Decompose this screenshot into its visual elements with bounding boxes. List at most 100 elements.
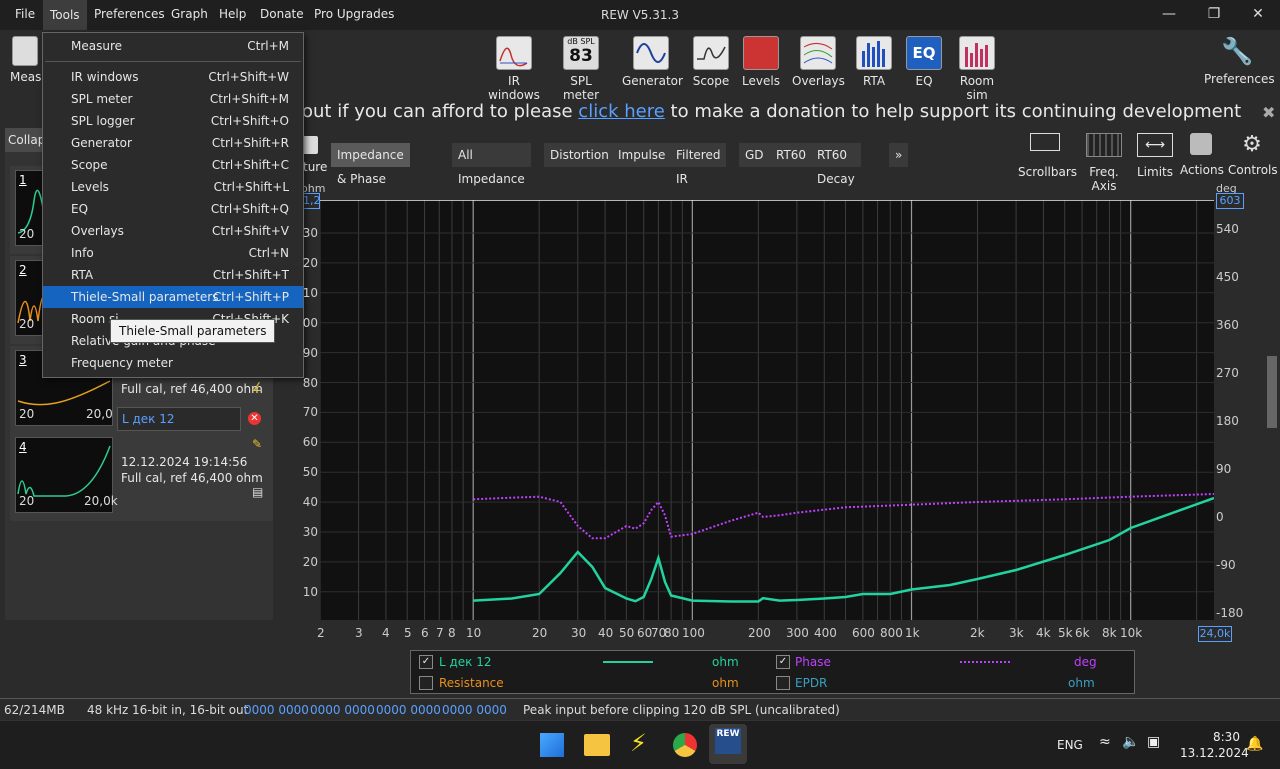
scrollbar-thumb[interactable] [1267,356,1277,428]
room-sim-button[interactable]: Room sim [948,36,1006,102]
menu-item-shortcut: Ctrl+Shift+P [213,290,289,304]
legend-checkbox-impedance[interactable]: ✓ [419,655,433,669]
rew-taskbar-button[interactable]: REW [709,724,747,764]
menu-item-generator[interactable]: Generator Ctrl+Shift+R [43,132,303,154]
tab-filtered-ir[interactable]: Filtered IR [670,143,728,186]
x-axis-tick: 80 [664,626,680,640]
file-explorer-icon[interactable] [584,734,610,756]
lightning-app-icon[interactable]: ⚡ [630,729,647,757]
menu-item-measure[interactable]: Measure Ctrl+M [43,35,303,57]
menu-item-label: Frequency meter [71,356,173,370]
tab-gd[interactable]: GD [739,143,771,167]
menu-item-label: Generator [71,136,132,150]
controls-button[interactable]: ⚙ Controls [1228,133,1278,178]
legend-epdr-label: EPDR [795,676,828,690]
generator-label: Generator [622,74,683,88]
bit-depth: 16-bit in, 16-bit out [132,703,249,717]
measurement-number: 3 [19,353,27,367]
eq-button[interactable]: EQ EQ [906,36,942,88]
tab-distortion[interactable]: Distortion [544,143,616,167]
notes-icon[interactable]: ▤ [252,485,263,499]
menu-item-overlays[interactable]: Overlays Ctrl+Shift+V [43,220,303,242]
menu-item-spl-logger[interactable]: SPL logger Ctrl+Shift+O [43,110,303,132]
controls-label: Controls [1228,163,1278,177]
battery-icon[interactable]: ▣ [1147,734,1160,750]
menu-item-label: Measure [71,39,122,53]
menu-item-eq[interactable]: EQ Ctrl+Shift+Q [43,198,303,220]
left-axis-tick: 50 [302,465,318,480]
right-axis-max-field[interactable]: 603 [1216,193,1244,209]
remove-measurement-icon[interactable]: ✕ [248,412,261,425]
vertical-scrollbar[interactable] [1266,200,1278,620]
chrome-icon[interactable] [673,733,697,757]
menu-item-thiele-small[interactable]: Thiele-Small parameters Ctrl+Shift+P [43,286,303,308]
spl-meter-button[interactable]: dB SPL 83 SPL meter [552,36,610,102]
levels-icon [743,36,779,70]
close-banner-icon[interactable]: ✖ [1262,103,1275,122]
donation-link[interactable]: click here [578,101,665,122]
levels-button[interactable]: Levels [742,36,780,88]
scope-button[interactable]: Scope [690,36,732,88]
actions-button[interactable]: Actions [1180,133,1224,177]
menu-item-scope[interactable]: Scope Ctrl+Shift+C [43,154,303,176]
scrollbars-label: Scrollbars [1018,165,1078,179]
menu-item-label: SPL logger [71,114,135,128]
pencil-icon[interactable]: ∠ [252,380,263,394]
menu-item-ir-windows[interactable]: IR windows Ctrl+Shift+W [43,66,303,88]
tabs-overflow-button[interactable]: » [889,143,910,167]
impedance-phase-graph[interactable] [320,200,1214,620]
x-axis-tick: 5k [1058,626,1073,640]
notification-bell-icon[interactable]: 🔔 [1246,736,1263,752]
tab-rt60[interactable]: RT60 [770,143,814,167]
menu-bar: File Tools Preferences Graph Help Donate… [0,0,1280,30]
right-axis-tick: -90 [1216,558,1236,572]
legend-resistance-label: Resistance [439,676,504,690]
legend-checkbox-epdr[interactable] [776,676,790,690]
volume-icon[interactable]: 🔈 [1122,734,1139,750]
edit-icon[interactable]: ✎ [252,437,262,451]
tab-all-impedance[interactable]: All Impedance [452,143,532,186]
measurement-axis-start: 20 [19,494,35,508]
menu-item-shortcut: Ctrl+Shift+W [208,70,289,84]
measurement-axis-end: 20,0k [84,494,118,508]
preferences-button[interactable]: 🔧 Preferences [1204,36,1275,86]
measurement-name-field[interactable]: L дек 12 [117,407,241,431]
menu-item-spl-meter[interactable]: SPL meter Ctrl+Shift+M [43,88,303,110]
legend-phase-line [960,661,1010,663]
right-axis-tick: 180 [1216,414,1239,428]
menu-item-label: RTA [71,268,94,282]
language-indicator[interactable]: ENG [1057,738,1083,752]
rta-button[interactable]: RTA [856,36,892,88]
menu-item-frequency-meter[interactable]: Frequency meter [43,352,303,374]
scrollbars-button[interactable]: Scrollbars [1018,133,1077,179]
overlays-button[interactable]: Overlays [792,36,845,88]
close-icon[interactable]: ✕ [1243,6,1273,22]
legend-checkbox-resistance[interactable] [419,676,433,690]
restore-icon[interactable]: ❐ [1199,6,1229,22]
tab-impulse[interactable]: Impulse [612,143,673,167]
menu-item-levels[interactable]: Levels Ctrl+Shift+L [43,176,303,198]
menu-item-shortcut: Ctrl+Shift+Q [210,202,289,216]
clock-time[interactable]: 8:30 [1213,730,1240,744]
wifi-icon[interactable]: ≈ [1099,734,1111,750]
tab-rt60-decay[interactable]: RT60 Decay [811,143,862,186]
x-axis-max-field[interactable]: 24,0k [1198,626,1232,642]
measure-button[interactable]: Meas [10,36,41,84]
measurement-row-4[interactable]: 4 20 20,0k 12.12.2024 19:14:56 Full cal,… [10,433,273,521]
minimize-icon[interactable]: — [1154,6,1184,22]
menu-item-rta[interactable]: RTA Ctrl+Shift+T [43,264,303,286]
menu-item-info[interactable]: Info Ctrl+N [43,242,303,264]
limits-button[interactable]: ⟷ Limits [1136,133,1174,179]
left-axis-max-field[interactable]: 1,2 [302,193,321,209]
ir-windows-button[interactable]: IR windows [482,36,546,102]
clock-date[interactable]: 13.12.2024 [1180,746,1249,760]
freq-axis-button[interactable]: Freq. Axis [1076,133,1132,193]
left-axis-tick: 60 [302,435,318,450]
legend-checkbox-phase[interactable]: ✓ [776,655,790,669]
windows-start-icon[interactable] [540,733,564,757]
spl-meter-icon: dB SPL 83 [563,36,599,70]
tab-impedance-phase[interactable]: Impedance & Phase [331,143,411,186]
x-axis-tick: 600 [852,626,875,640]
generator-button[interactable]: Generator [622,36,683,88]
x-axis-tick: 4k [1036,626,1051,640]
